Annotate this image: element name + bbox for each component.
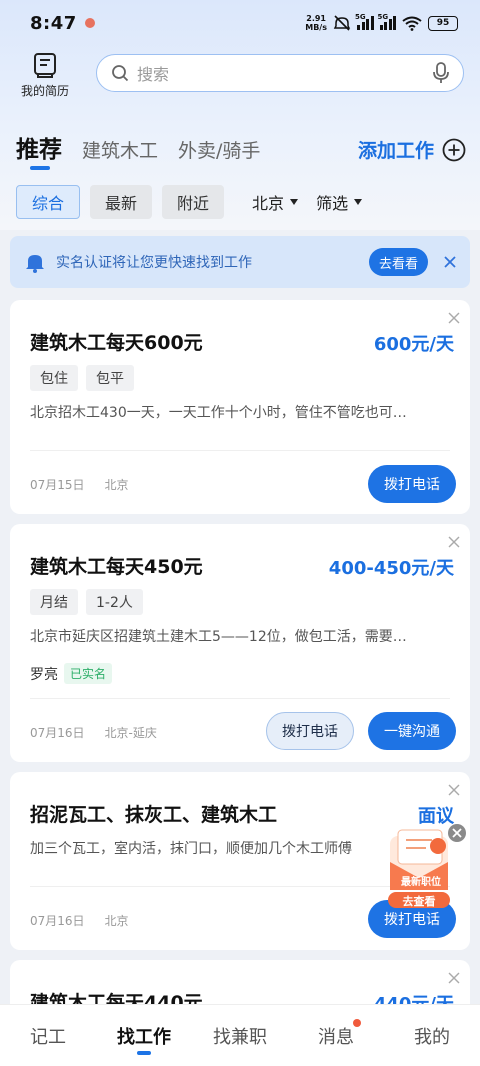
tab-carpenter[interactable]: 建筑木工 [82,136,158,163]
chat-button[interactable]: 一键沟通 [368,712,456,750]
notice-go-button[interactable]: 去看看 [368,248,428,276]
resume-icon [34,53,56,78]
close-icon[interactable] [444,256,456,268]
filter-nearby[interactable]: 附近 [162,185,225,219]
job-tag: 包平 [86,365,134,391]
mute-icon [333,15,351,31]
promo-line1: 最新职位 [401,877,441,888]
status-icons: 2.91 MB/s 5G 5G 95 [305,13,458,32]
nav-messages-label: 消息 [318,1026,354,1048]
close-icon[interactable] [448,972,460,984]
close-icon[interactable] [447,823,467,843]
verified-badge: 已实名 [64,663,113,684]
latest-jobs-promo[interactable]: 最新职位 去查看 [384,823,467,910]
nav-profile[interactable]: 我的 [387,1023,477,1049]
close-icon[interactable] [448,312,460,324]
job-date: 07月15日 [30,478,85,492]
job-title[interactable]: 招泥瓦工、抹灰工、建筑木工 [30,800,277,827]
net-speed-unit: MB/s [305,23,327,32]
job-description: 北京市延庆区招建筑土建木工5——12位，做包工活，需要… [30,629,407,645]
nav-work-record[interactable]: 记工 [3,1023,93,1049]
add-circle-icon [442,138,466,161]
job-card[interactable]: 建筑木工每天450元 400-450元/天 月结 1-2人 北京市延庆区招建筑土… [10,524,470,762]
wifi-icon [402,16,422,31]
bottom-navigation: 记工 找工作 找兼职 消息 我的 [0,1004,480,1066]
status-bar: 8:47 2.91 MB/s 5G 5G 95 [0,0,480,46]
notification-icon [84,18,95,28]
close-icon[interactable] [448,536,460,548]
header: 我的简历 搜索 [0,50,480,100]
call-button[interactable]: 拨打电话 [368,465,456,503]
resume-label: 我的简历 [20,84,69,98]
my-resume-button[interactable]: 我的简历 [16,50,74,99]
job-meta: 07月16日 北京-延庆 [30,724,157,741]
search-placeholder: 搜索 [137,65,170,84]
job-date: 07月16日 [30,726,85,740]
tab-delivery-rider[interactable]: 外卖/骑手 [178,136,260,163]
search-icon [112,65,129,82]
filter-latest[interactable]: 最新 [90,185,153,219]
screen-dropdown[interactable]: 筛选 [316,190,363,214]
signal-icon-sim1: 5G [355,13,374,30]
poster-name: 罗亮 [30,666,58,683]
job-tags: 包住 包平 [30,365,134,391]
city-dropdown[interactable]: 北京 [252,190,299,214]
add-job-label: 添加工作 [357,140,434,162]
call-button[interactable]: 拨打电话 [266,712,354,750]
job-meta: 07月16日 北京 [30,912,129,929]
unread-badge [353,1018,361,1027]
job-title[interactable]: 建筑木工每天600元 [30,328,203,355]
close-icon[interactable] [448,784,460,796]
signal-icon-sim2: 5G [377,13,396,30]
job-salary: 400-450元/天 [328,558,454,579]
job-location: 北京 [104,478,129,492]
tab-recommended[interactable]: 推荐 [16,130,62,170]
status-time: 8:47 [30,12,77,34]
job-card[interactable]: 建筑木工每天600元 600元/天 包住 包平 北京招木工430一天，一天工作十… [10,300,470,514]
filter-bar: 综合 最新 附近 北京 筛选 [16,184,466,220]
job-salary: 600元/天 [373,334,454,355]
bell-icon [26,255,44,273]
job-location: 北京-延庆 [104,726,157,740]
divider [30,698,450,699]
promo-line2: 去查看 [402,895,436,908]
job-location: 北京 [104,914,129,928]
category-tabs: 推荐 建筑木工 外卖/骑手 添加工作 [16,130,466,170]
sim1-label: 5G [355,13,366,21]
net-speed-value: 2.91 [306,14,326,23]
notice-text: 实名认证将让您更快速找到工作 [56,255,252,271]
job-title[interactable]: 建筑木工每天450元 [30,552,203,579]
job-tags: 月结 1-2人 [30,589,143,615]
job-tag: 包住 [30,365,78,391]
dropdown-arrow-icon [354,199,363,205]
battery-icon: 95 [428,15,458,31]
job-description: 北京招木工430一天，一天工作十个小时，管住不管吃也可… [30,405,407,421]
job-date: 07月16日 [30,914,85,928]
job-meta: 07月15日 北京 [30,476,129,493]
divider [30,450,450,451]
nav-part-time[interactable]: 找兼职 [195,1023,285,1049]
add-job-button[interactable]: 添加工作 [358,136,466,163]
job-tag: 月结 [30,589,78,615]
job-poster: 罗亮 已实名 [30,663,113,684]
net-speed: 2.91 MB/s [305,14,327,32]
screen-label: 筛选 [316,194,349,213]
nav-find-job[interactable]: 找工作 [99,1023,189,1055]
verification-notice: 实名认证将让您更快速找到工作 去看看 [10,236,470,288]
city-label: 北京 [252,194,285,213]
job-tag: 1-2人 [86,589,143,615]
sim2-label: 5G [377,13,389,21]
nav-messages[interactable]: 消息 [291,1018,381,1049]
microphone-icon[interactable] [433,62,449,84]
filter-comprehensive[interactable]: 综合 [16,185,81,219]
dropdown-arrow-icon [290,199,299,205]
search-input[interactable]: 搜索 [96,54,464,92]
job-description: 加三个瓦工，室内活，抹门口，顺便加几个木工师傅 [30,841,352,857]
